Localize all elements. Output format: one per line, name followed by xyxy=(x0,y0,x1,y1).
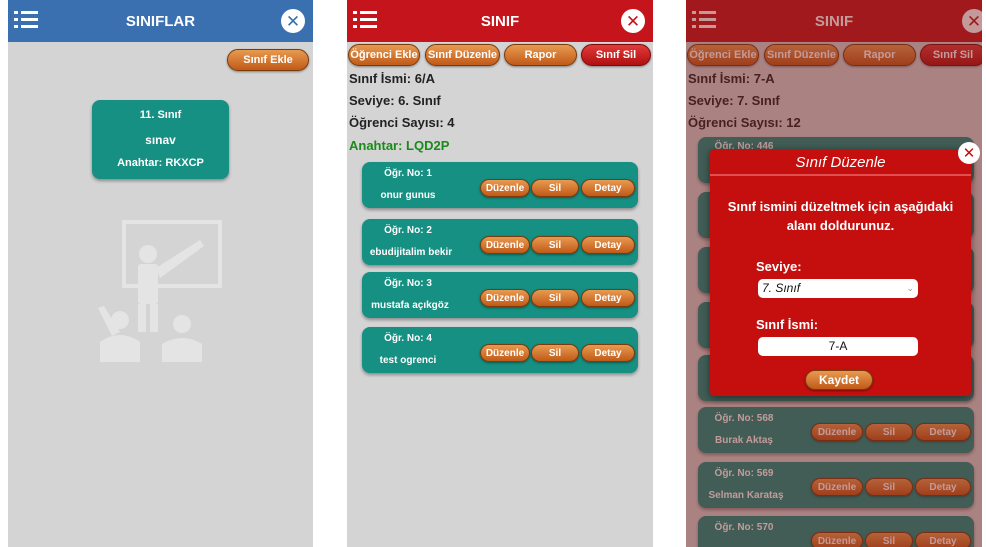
dialog-message: Sınıf ismini düzeltmek için aşağıdaki al… xyxy=(727,199,954,233)
edit-student-button[interactable]: Düzenle xyxy=(480,289,530,307)
classroom-illustration xyxy=(98,220,222,362)
level-select[interactable]: 7. Sınıf ⌄ xyxy=(758,279,918,298)
detail-student-button[interactable]: Detay xyxy=(581,289,635,307)
edit-class-button[interactable]: Sınıf Düzenle xyxy=(425,44,500,66)
student-row: Öğr. No: 1 onur gunus Düzenle Sil Detay xyxy=(362,162,638,208)
delete-student-button[interactable]: Sil xyxy=(531,179,579,197)
student-row: Öğr. No: 2 ebudijitalim bekir Düzenle Si… xyxy=(362,219,638,265)
delete-student-button[interactable]: Sil xyxy=(531,344,579,362)
class-name-input[interactable]: 7-A xyxy=(758,337,918,356)
report-button[interactable]: Rapor xyxy=(504,44,577,66)
close-icon[interactable]: ✕ xyxy=(958,142,980,164)
student-name: ebudijitalim bekir xyxy=(369,247,453,258)
detail-student-button[interactable]: Detay xyxy=(581,236,635,254)
close-icon[interactable]: ✕ xyxy=(621,9,645,33)
save-button[interactable]: Kaydet xyxy=(805,370,873,390)
level-select-value: 7. Sınıf xyxy=(762,281,801,295)
student-number: Öğr. No: 4 xyxy=(384,333,432,344)
edit-student-button[interactable]: Düzenle xyxy=(480,179,530,197)
menu-icon[interactable] xyxy=(353,9,377,31)
classes-screen: SINIFLAR ✕ Sınıf Ekle 11. Sınıf sınav An… xyxy=(8,0,313,547)
student-number: Öğr. No: 3 xyxy=(384,278,432,289)
header-bar: SINIFLAR ✕ xyxy=(8,0,313,42)
detail-student-button[interactable]: Detay xyxy=(581,179,635,197)
chevron-down-icon: ⌄ xyxy=(906,283,914,293)
student-name: onur gunus xyxy=(380,190,436,201)
class-name: Sınıf İsmi: 6/A xyxy=(349,71,435,86)
page-title: SINIF xyxy=(480,12,520,30)
delete-student-button[interactable]: Sil xyxy=(531,289,579,307)
delete-class-button[interactable]: Sınıf Sil xyxy=(581,44,651,66)
student-number: Öğr. No: 1 xyxy=(384,168,432,179)
edit-student-button[interactable]: Düzenle xyxy=(480,236,530,254)
edit-class-dialog: Sınıf Düzenle ✕ Sınıf ismini düzeltmek i… xyxy=(710,142,980,396)
class-card-name: 11. Sınıf xyxy=(139,109,182,121)
delete-student-button[interactable]: Sil xyxy=(531,236,579,254)
class-card-subtitle: sınav xyxy=(145,133,176,147)
level-label: Seviye: xyxy=(756,259,802,274)
class-card-key: Anahtar: RKXCP xyxy=(117,157,204,169)
page-title: SINIFLAR xyxy=(125,12,196,30)
student-row: Öğr. No: 4 test ogrenci Düzenle Sil Deta… xyxy=(362,327,638,373)
dialog-title: Sınıf Düzenle xyxy=(710,149,971,176)
detail-student-button[interactable]: Detay xyxy=(581,344,635,362)
close-icon[interactable]: ✕ xyxy=(281,9,305,33)
student-count: Öğrenci Sayısı: 4 xyxy=(349,115,455,130)
student-number: Öğr. No: 2 xyxy=(384,225,432,236)
class-key: Anahtar: LQD2P xyxy=(349,138,450,153)
menu-icon[interactable] xyxy=(14,9,38,31)
student-name: mustafa açıkgöz xyxy=(371,300,449,311)
student-name: test ogrenci xyxy=(379,355,437,366)
class-name-label: Sınıf İsmi: xyxy=(756,317,819,332)
class-detail-screen: SINIF ✕ Öğrenci Ekle Sınıf Düzenle Rapor… xyxy=(347,0,653,547)
edit-student-button[interactable]: Düzenle xyxy=(480,344,530,362)
add-student-button[interactable]: Öğrenci Ekle xyxy=(348,44,420,66)
class-level: Seviye: 6. Sınıf xyxy=(349,93,441,108)
class-card[interactable]: 11. Sınıf sınav Anahtar: RKXCP xyxy=(92,100,229,179)
add-class-button[interactable]: Sınıf Ekle xyxy=(227,49,309,71)
header-bar: SINIF ✕ xyxy=(347,0,653,42)
student-row: Öğr. No: 3 mustafa açıkgöz Düzenle Sil D… xyxy=(362,272,638,318)
edit-class-screen: SINIF ✕ Öğrenci Ekle Sınıf Düzenle Rapor… xyxy=(686,0,982,547)
